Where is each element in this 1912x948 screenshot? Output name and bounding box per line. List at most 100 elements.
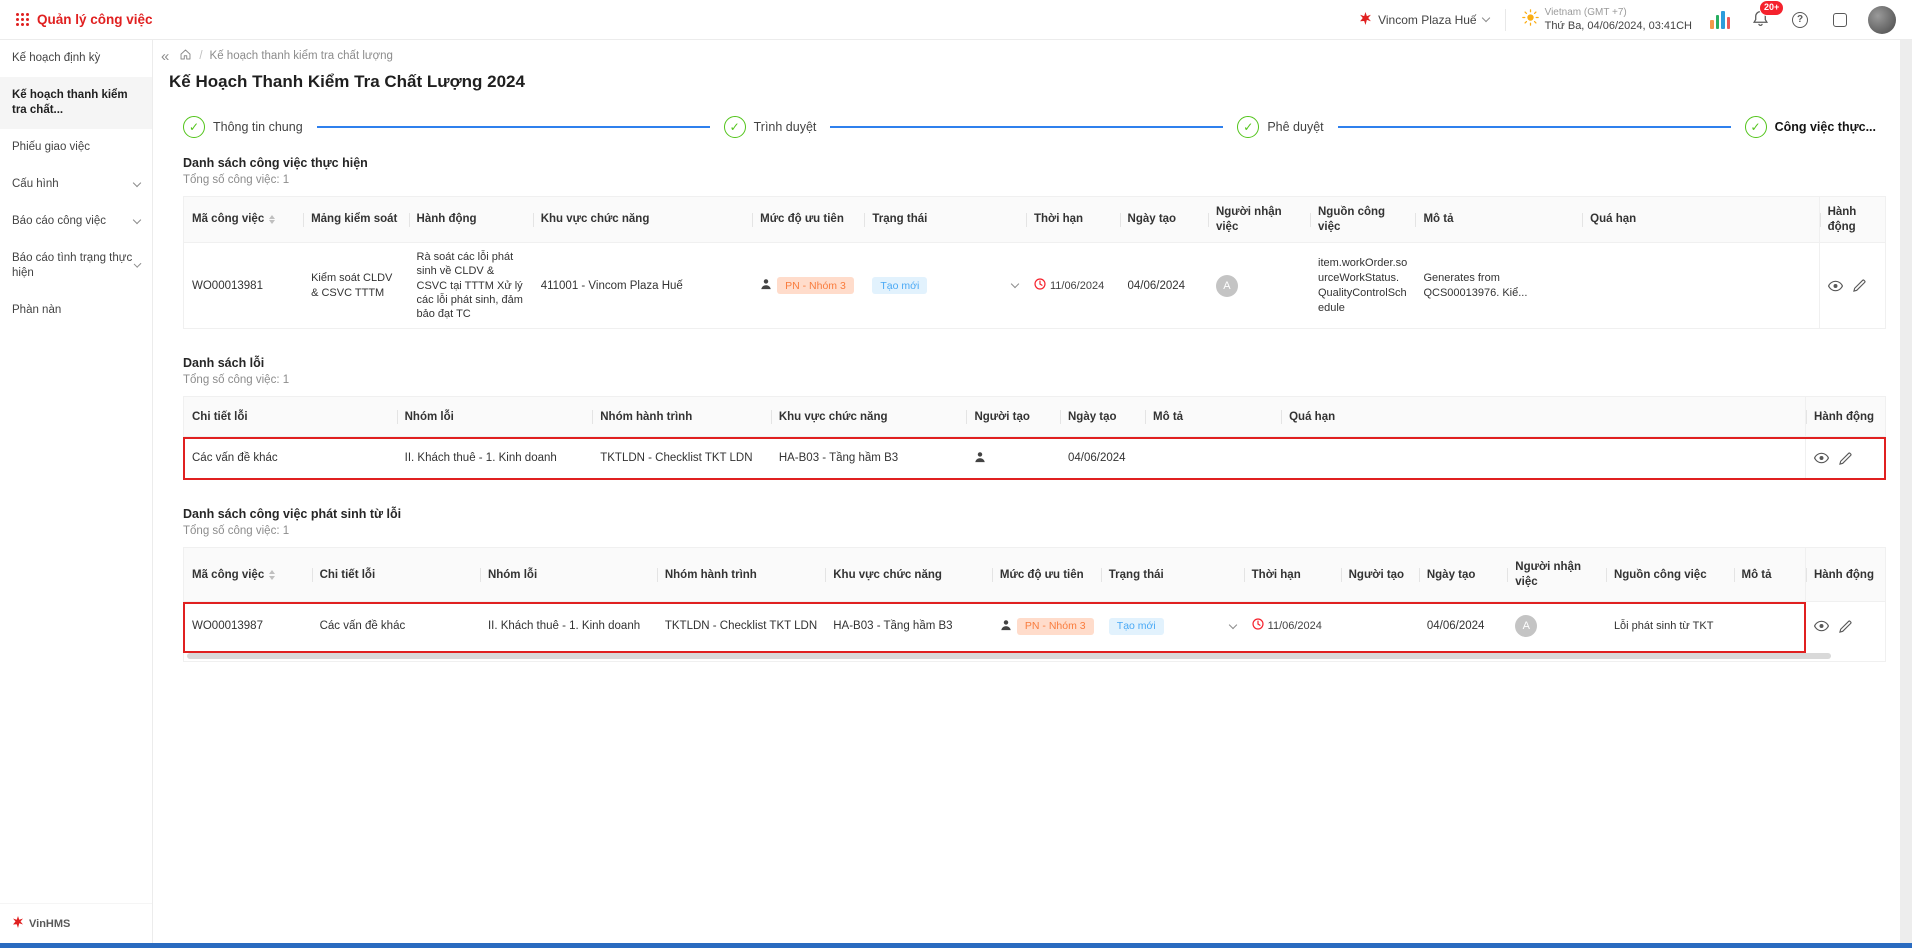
sidebar-item-label: Kế hoạch thanh kiểm tra chất... — [12, 88, 140, 118]
view-icon[interactable] — [1828, 280, 1843, 292]
col-muc-do-uu-tien: Mức độ ưu tiên — [992, 548, 1101, 602]
table-row[interactable]: WO00013981 Kiểm soát CLDV & CSVC TTTM Rà… — [184, 243, 1885, 328]
user-avatar[interactable] — [1868, 6, 1896, 34]
col-hanh-dong: Hành động — [409, 197, 533, 243]
app-brand[interactable]: Quản lý công việc — [16, 12, 153, 27]
cell-nguon-cong-viec: item.workOrder.sourceWorkStatus.QualityC… — [1310, 243, 1415, 328]
cell-thoi-han: 11/06/2024 — [1244, 602, 1341, 650]
col-khu-vuc-chuc-nang: Khu vực chức năng — [533, 197, 752, 243]
help-button[interactable]: ? — [1788, 8, 1812, 32]
col-khu-vuc-chuc-nang: Khu vực chức năng — [825, 548, 992, 602]
cell-khu-vuc-chuc-nang: HA-B03 - Tầng hầm B3 — [825, 602, 992, 650]
col-ma-cong-viec[interactable]: Mã công việc — [184, 548, 312, 602]
sort-carets-icon[interactable] — [269, 215, 275, 225]
person-icon — [1000, 619, 1012, 634]
assignee-avatar[interactable]: A — [1216, 275, 1238, 297]
cell-trang-thai: Tạo mới — [1101, 602, 1244, 650]
col-chi-tiet-loi: Chi tiết lỗi — [312, 548, 480, 602]
horizontal-scrollbar[interactable] — [184, 650, 1885, 661]
table-header-row: Mã công việc Mảng kiểm soát Hành động Kh… — [184, 197, 1885, 243]
col-ngay-tao: Ngày tạo — [1120, 197, 1208, 243]
app-launcher-icon[interactable] — [16, 13, 29, 26]
sidebar-item-cau-hinh[interactable]: Cấu hình — [0, 166, 152, 203]
col-nguon-cong-viec: Nguồn công việc — [1310, 197, 1415, 243]
col-label: Mã công việc — [192, 212, 264, 227]
cell-ngay-tao: 04/06/2024 — [1120, 243, 1208, 328]
table-row[interactable]: WO00013987 Các vấn đề khác II. Khách thu… — [184, 602, 1885, 650]
assignee-avatar[interactable]: A — [1515, 615, 1537, 637]
tasks-table: Mã công việc Mảng kiểm soát Hành động Kh… — [183, 196, 1886, 329]
sidebar-item-bao-cao-tinh-trang[interactable]: Báo cáo tình trạng thực hiện — [0, 240, 152, 292]
scrollbar-thumb[interactable] — [187, 653, 1831, 659]
col-chi-tiet-loi: Chi tiết lỗi — [184, 397, 397, 437]
cell-trang-thai: Tạo mới — [864, 243, 1026, 328]
view-icon[interactable] — [1814, 452, 1829, 464]
col-khu-vuc-chuc-nang: Khu vực chức năng — [771, 397, 967, 437]
site-switcher[interactable]: Vincom Plaza Huế — [1359, 12, 1489, 28]
step-label: Phê duyệt — [1267, 120, 1323, 134]
check-icon: ✓ — [1237, 116, 1259, 138]
col-mang-kiem-soat: Mảng kiểm soát — [303, 197, 408, 243]
frame-button[interactable] — [1828, 8, 1852, 32]
chevron-down-icon — [133, 215, 141, 223]
sidebar-item-label: Kế hoạch định kỳ — [12, 51, 100, 66]
sidebar-item-label: Phàn nàn — [12, 303, 61, 318]
check-icon: ✓ — [183, 116, 205, 138]
page-title: Kế Hoạch Thanh Kiểm Tra Chất Lượng 2024 — [169, 72, 1886, 92]
cell-nhom-hanh-trinh: TKTLDN - Checklist TKT LDN — [657, 602, 825, 650]
tasks-section: Danh sách công việc thực hiện Tổng số cô… — [183, 156, 1886, 329]
edit-icon[interactable] — [1839, 452, 1852, 465]
col-nhom-loi: Nhóm lỗi — [480, 548, 657, 602]
col-mo-ta: Mô tả — [1734, 548, 1805, 602]
cell-actions — [1819, 243, 1885, 328]
view-icon[interactable] — [1814, 620, 1829, 632]
table-header-row: Mã công việc Chi tiết lỗi Nhóm lỗi Nhóm … — [184, 548, 1885, 602]
edit-icon[interactable] — [1839, 620, 1852, 633]
status-dropdown-chevron-icon[interactable] — [1011, 280, 1019, 288]
step-cong-viec-thuc-hien[interactable]: ✓ Công việc thực... — [1745, 116, 1876, 138]
step-phe-duyet[interactable]: ✓ Phê duyệt — [1237, 116, 1323, 138]
sidebar-item-label: Cấu hình — [12, 177, 59, 192]
col-nguoi-nhan-viec: Người nhận việc — [1507, 548, 1606, 602]
table-row[interactable]: Các vấn đề khác II. Khách thuê - 1. Kinh… — [184, 437, 1885, 479]
notification-badge: 20+ — [1759, 0, 1784, 16]
col-ma-cong-viec[interactable]: Mã công việc — [184, 197, 303, 243]
section-title: Danh sách công việc thực hiện — [183, 156, 1886, 170]
sidebar-item-ke-hoach-dinh-ky[interactable]: Kế hoạch định kỳ — [0, 40, 152, 77]
sidebar-item-phieu-giao-viec[interactable]: Phiếu giao việc — [0, 129, 152, 166]
cell-chi-tiet-loi: Các vấn đề khác — [312, 602, 480, 650]
sidebar-collapse-icon[interactable]: « — [161, 49, 169, 64]
status-dropdown-chevron-icon[interactable] — [1228, 621, 1236, 629]
sidebar-item-bao-cao-cong-viec[interactable]: Báo cáo công việc — [0, 203, 152, 240]
cell-mang-kiem-soat: Kiểm soát CLDV & CSVC TTTM — [303, 243, 408, 328]
notifications-bell[interactable]: 20+ — [1748, 8, 1772, 32]
priority-chip: PN - Nhóm 3 — [1017, 618, 1094, 635]
section-title: Danh sách công việc phát sinh từ lỗi — [183, 507, 1886, 521]
analytics-icon[interactable] — [1708, 8, 1732, 32]
col-qua-han: Quá hạn — [1281, 397, 1805, 437]
status-chip: Tạo mới — [1109, 618, 1164, 635]
step-trinh-duyet[interactable]: ✓ Trình duyệt — [724, 116, 817, 138]
col-nhom-loi: Nhóm lỗi — [397, 397, 593, 437]
sort-carets-icon[interactable] — [269, 570, 275, 580]
datetime-label: Thứ Ba, 04/06/2024, 03:41CH — [1545, 19, 1692, 33]
section-total: Tổng số công việc: 1 — [183, 174, 1886, 186]
col-muc-do-uu-tien: Mức độ ưu tiên — [752, 197, 864, 243]
status-chip: Tạo mới — [872, 277, 927, 294]
cell-chi-tiet-loi: Các vấn đề khác — [184, 437, 397, 479]
cell-hanh-dong: Rà soát các lỗi phát sinh về CLDV & CSVC… — [409, 243, 533, 328]
cell-nguoi-tao — [1341, 602, 1419, 650]
home-icon[interactable] — [179, 48, 192, 64]
sidebar-item-label: Báo cáo công việc — [12, 214, 106, 229]
sidebar-item-ke-hoach-thanh-kiem-tra[interactable]: Kế hoạch thanh kiểm tra chất... — [0, 77, 152, 129]
col-nhom-hanh-trinh: Nhóm hành trình — [592, 397, 771, 437]
cell-nhom-hanh-trinh: TKTLDN - Checklist TKT LDN — [592, 437, 771, 479]
step-label: Thông tin chung — [213, 120, 303, 134]
col-thoi-han: Thời hạn — [1026, 197, 1120, 243]
col-nhom-hanh-trinh: Nhóm hành trình — [657, 548, 825, 602]
step-thong-tin-chung[interactable]: ✓ Thông tin chung — [183, 116, 303, 138]
breadcrumb-current[interactable]: Kế hoạch thanh kiểm tra chất lượng — [210, 50, 393, 62]
sidebar-item-phan-nan[interactable]: Phàn nàn — [0, 292, 152, 329]
edit-icon[interactable] — [1853, 279, 1866, 292]
help-icon: ? — [1792, 12, 1808, 28]
